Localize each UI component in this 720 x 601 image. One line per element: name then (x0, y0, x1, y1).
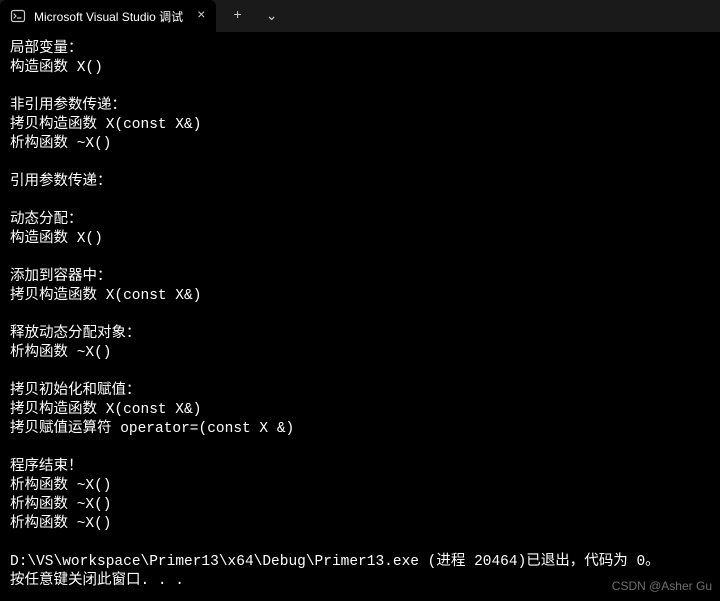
terminal-output: 局部变量： 构造函数 X() 非引用参数传递： 拷贝构造函数 X(const X… (0, 32, 720, 601)
active-tab[interactable]: Microsoft Visual Studio 调试 × (0, 0, 216, 32)
titlebar: Microsoft Visual Studio 调试 × + ⌄ (0, 0, 720, 32)
terminal-icon (10, 8, 26, 24)
tab-dropdown-button[interactable]: ⌄ (258, 2, 286, 30)
close-icon[interactable]: × (197, 9, 205, 23)
new-tab-button[interactable]: + (224, 2, 252, 30)
titlebar-actions: + ⌄ (216, 0, 294, 32)
chevron-down-icon: ⌄ (266, 8, 278, 25)
watermark: CSDN @Asher Gu (612, 579, 712, 593)
tab-title: Microsoft Visual Studio 调试 (34, 8, 183, 25)
